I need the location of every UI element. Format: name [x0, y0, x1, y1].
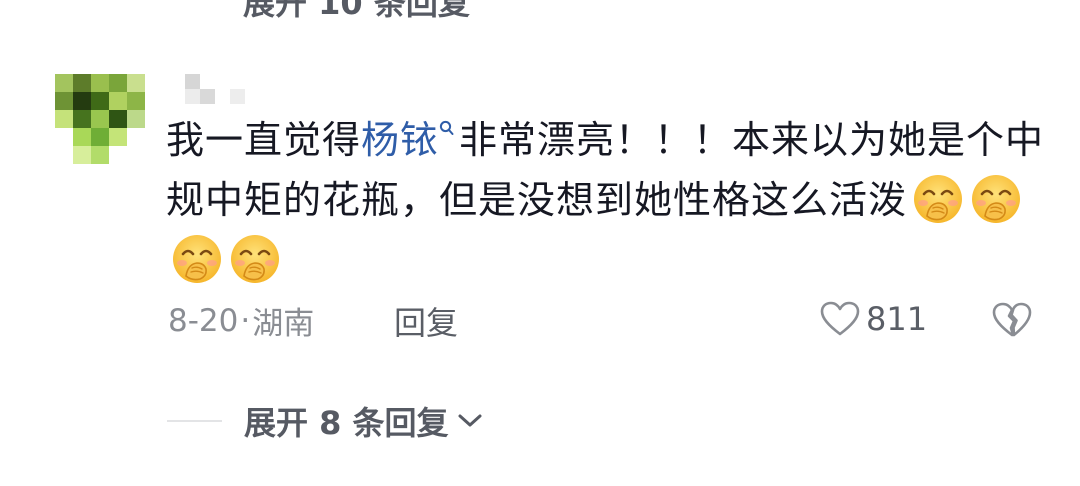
dislike-button[interactable]: [992, 302, 1032, 342]
previous-expand-replies-button[interactable]: 展开 10 条回复: [243, 0, 470, 24]
covering-mouth-smile-emoji: [972, 174, 1021, 223]
divider-line: [167, 420, 222, 422]
comment-text-before: 我一直觉得: [166, 118, 362, 162]
covering-mouth-smile-emoji: [914, 174, 963, 223]
username[interactable]: [185, 74, 245, 104]
like-count: 811: [866, 300, 928, 338]
comment-text: 我一直觉得杨铱 非常漂亮！！！本来以为她是个中规中矩的花瓶，但是没想到她性格这么活…: [166, 110, 1046, 290]
like-button[interactable]: 811: [820, 300, 927, 338]
search-icon: [439, 120, 454, 135]
comment-location: 湖南: [252, 306, 315, 342]
covering-mouth-smile-emoji: [231, 234, 279, 283]
avatar[interactable]: [55, 74, 145, 164]
expand-replies-button[interactable]: 展开 8 条回复: [244, 398, 483, 444]
chevron-down-icon: [458, 414, 482, 427]
expand-replies-label[interactable]: 展开 8 条回复: [244, 398, 449, 444]
heart-outline-icon: [820, 301, 860, 336]
comment-date: 8-20: [168, 302, 239, 339]
expand-replies-row: 展开 8 条回复: [167, 398, 483, 444]
meta-separator: ·: [240, 302, 251, 339]
comment-meta: 8-20 · 湖南: [168, 298, 314, 343]
mention-name[interactable]: 杨铱: [361, 118, 439, 162]
reply-button[interactable]: 回复: [394, 298, 458, 344]
covering-mouth-smile-emoji: [173, 234, 221, 283]
broken-heart-icon: [992, 302, 1032, 337]
comment-thread: 展开 10 条回复 我一直觉得杨铱 非常漂亮！！！本来以为她是个中规中矩的花瓶，但…: [0, 0, 1080, 486]
mention-link[interactable]: 杨铱: [361, 118, 459, 162]
